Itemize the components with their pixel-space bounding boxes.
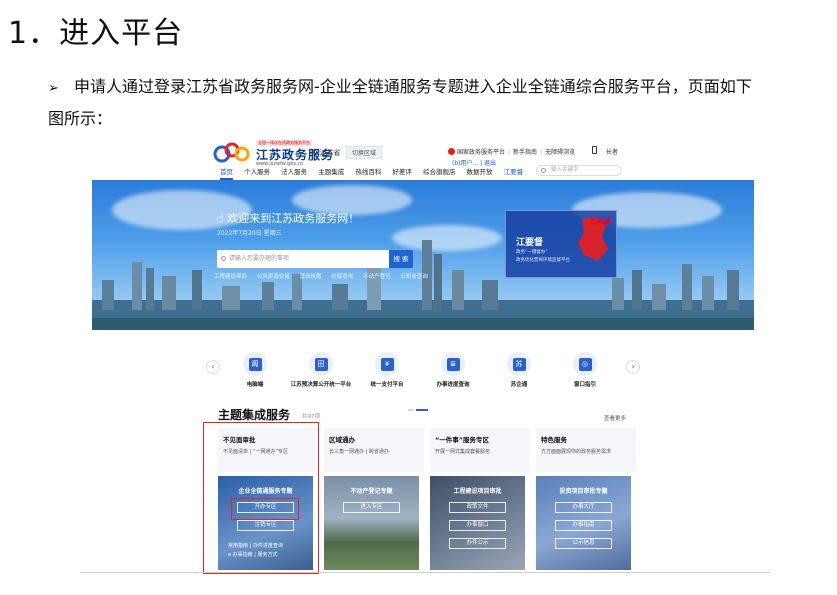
theme-category-card[interactable]: 区域通办 长三角一网通办 | 跨省通办	[324, 428, 424, 472]
computer-icon: 阁	[248, 357, 262, 371]
instruction-paragraph: ➢ 申请人通过登录江苏省政务服务网-企业全链通服务专题进入企业全链通综合服务平台，…	[48, 72, 828, 134]
elder-mode-link[interactable]: 长者	[606, 147, 618, 156]
logo-icon	[213, 142, 250, 163]
card-engineering[interactable]: 工程建设项目审批 政策文件 办事窗口 办件公示	[430, 476, 525, 570]
location-pin-icon: ⚲	[312, 149, 318, 157]
theme-more-link[interactable]: 查看更多	[604, 414, 626, 422]
quick-prev-button[interactable]: ‹	[206, 360, 220, 374]
hot-keyword[interactable]: 不动产登记	[363, 274, 391, 280]
card-investment[interactable]: 投资项目审批专题 办事大厅 办事指南 公示信息	[536, 476, 631, 570]
paragraph-line-2: 图所示：	[48, 109, 113, 128]
quick-item-window-guide[interactable]: ◎ 窗口指引	[550, 352, 620, 389]
hot-keyword[interactable]: 社保查询	[331, 274, 353, 280]
carousel-dots[interactable]	[408, 396, 438, 411]
hot-keyword[interactable]: 公共资源交易	[257, 274, 290, 280]
quick-item-suqitong[interactable]: 苏 苏企通	[484, 352, 554, 389]
mobile-icon[interactable]	[592, 146, 597, 154]
hot-keyword[interactable]: 营业执照	[300, 274, 322, 280]
link-national-platform[interactable]: 国家政务服务平台	[457, 149, 505, 156]
bullet-marker: ➢	[48, 81, 59, 96]
site-header: 全国一体化在线政务服务平台 江苏政务服务 www.jszwfw.gov.cn ⚲…	[80, 128, 770, 180]
divider-line	[80, 572, 770, 573]
quick-item-payment[interactable]: ¥ 统一支付平台	[352, 352, 422, 389]
quick-next-button[interactable]: ›	[626, 360, 640, 374]
nav-evaluation[interactable]: 好差评	[392, 168, 412, 176]
hero-banner: ☝ 欢迎来到江苏政务服务网！ 2022年7月20日 星期三 请输入您要办理的事项…	[92, 180, 754, 330]
public-info-button[interactable]: 公示信息	[555, 538, 612, 549]
hero-search-input[interactable]: 请输入您要办理的事项	[217, 250, 389, 268]
portal-screenshot: 全国一体化在线政务服务平台 江苏政务服务 www.jszwfw.gov.cn ⚲…	[80, 128, 770, 576]
theme-category-card[interactable]: 特色服务 方方面面展现你的政务服务需求	[536, 428, 636, 472]
jiangyaodu-subtitle: 政务“一键督办”	[516, 250, 548, 255]
section-heading: 1．进入平台	[8, 16, 184, 51]
nav-home[interactable]: 首页	[220, 168, 233, 180]
hot-keyword[interactable]: 公积金查询	[400, 274, 428, 280]
jiangyaodu-promo[interactable]: 江苏督 江要督 政务“一键督办” 政务优化营商环境监督平台	[505, 210, 617, 278]
switch-region-button[interactable]: 切换区域	[346, 146, 383, 159]
nav-open-data[interactable]: 数据开放	[467, 168, 493, 176]
link-newbie-guide[interactable]: 新手指南	[513, 149, 537, 156]
theme-category-card[interactable]: “一件事”服务专区 开展一网式集成套餐服务	[430, 428, 530, 472]
jiangyaodu-seal: 江苏督	[589, 218, 610, 226]
hot-keyword[interactable]: 工程建设项目	[214, 274, 247, 280]
service-window-button[interactable]: 办事窗口	[449, 520, 506, 531]
national-emblem-icon	[448, 148, 455, 155]
header-search-input[interactable]: 输入关键字	[536, 165, 622, 176]
hot-keywords: 工程建设项目 公共资源交易 营业执照 社保查询 不动产登记 公积金查询	[214, 272, 436, 280]
enter-zone-button[interactable]: 进入专区	[343, 502, 400, 513]
window-guide-icon: ◎	[578, 357, 592, 371]
payment-icon: ¥	[380, 357, 394, 371]
nav-legal[interactable]: 法人服务	[281, 168, 307, 176]
paragraph-line-1: 申请人通过登录江苏省政务服务网-企业全链通服务专题进入企业全链通综合服务平台，页…	[74, 77, 752, 96]
quick-item-pc[interactable]: 阁 电脑端	[220, 352, 290, 389]
welcome-text: ☝ 欢迎来到江苏政务服务网！	[217, 212, 360, 225]
province-label: ⚲ 江苏省	[312, 149, 341, 157]
service-hall-button[interactable]: 办事大厅	[555, 502, 612, 513]
banner-date: 2022年7月20日 星期三	[217, 230, 282, 237]
nav-theme[interactable]: 主题集成	[318, 168, 344, 176]
top-links: 国家政务服务平台 | 新手指南 | 无障碍浏览	[448, 147, 575, 156]
link-accessibility[interactable]: 无障碍浏览	[545, 149, 575, 156]
nav-jiangyaodu[interactable]: 江要督	[504, 168, 524, 176]
suqitong-icon: 苏	[512, 357, 526, 371]
theme-count: 共97项	[302, 414, 320, 420]
nav-personal[interactable]: 个人服务	[244, 168, 270, 176]
quick-item-budget[interactable]: 田 江苏预决算公开统一平台	[286, 352, 356, 389]
search-icon	[541, 168, 546, 173]
policy-files-button[interactable]: 政策文件	[449, 502, 506, 513]
search-icon	[221, 256, 226, 261]
budget-icon: 田	[314, 357, 328, 371]
jiangyaodu-title: 江要督	[516, 238, 544, 248]
service-guide-button[interactable]: 办事指南	[555, 520, 612, 531]
jiangyaodu-subtitle-2: 政务优化营商环境监督平台	[516, 258, 570, 263]
city-skyline-image	[92, 240, 754, 330]
main-nav: 首页 个人服务 法人服务 主题集成 热线百科 好差评 综合旗舰店 数据开放 江要…	[220, 166, 532, 180]
theme-section-title: 主题集成服务	[218, 408, 291, 422]
nav-flagship[interactable]: 综合旗舰店	[423, 168, 456, 176]
case-publicity-button[interactable]: 办件公示	[449, 538, 506, 549]
quick-item-progress[interactable]: ≣ 办事进度查询	[418, 352, 488, 389]
hero-search-button[interactable]: 搜 索	[389, 250, 413, 268]
card-real-estate[interactable]: 不动产登记专题 进入专区	[324, 476, 419, 570]
hand-icon: ☝	[217, 212, 224, 225]
nav-hotline[interactable]: 热线百科	[355, 168, 381, 176]
highlight-box-open-zone	[231, 498, 299, 520]
progress-icon: ≣	[446, 357, 460, 371]
